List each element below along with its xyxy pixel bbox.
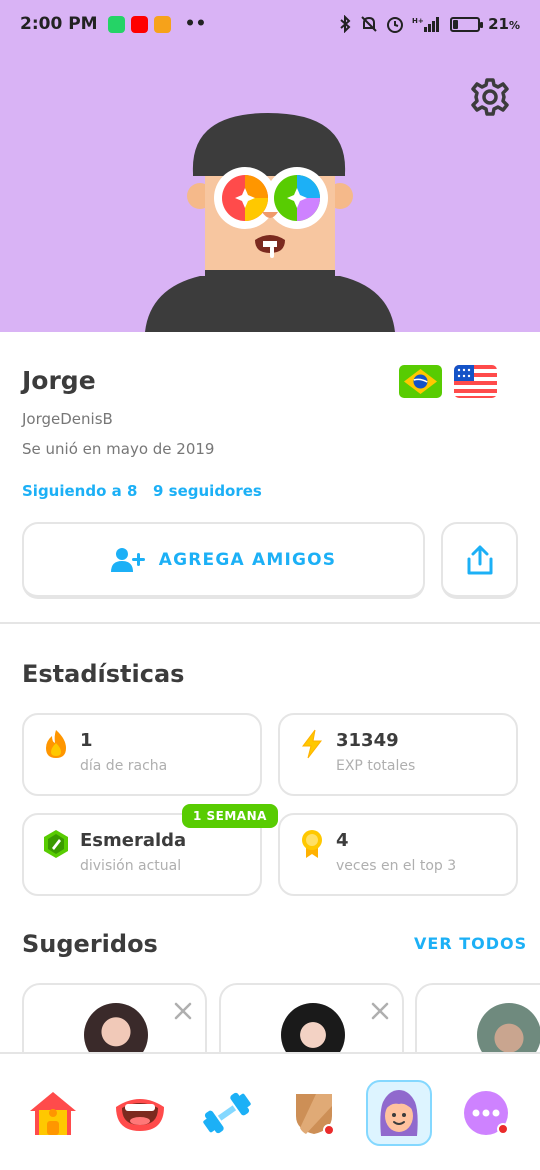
speaking-mouth-icon [116,1099,164,1131]
close-icon[interactable] [370,1001,390,1021]
suggested-title: Sugeridos [22,930,158,958]
stat-card-streak: 1 día de racha [22,713,262,796]
stat-card-xp: 31349 EXP totales [278,713,518,796]
battery-level [453,19,459,29]
nav-profile[interactable] [366,1080,432,1146]
profile-header [0,48,540,332]
following-link[interactable]: Siguiendo a 8 [22,482,137,500]
status-time: 2:00 PM [20,14,98,34]
dumbbell-icon [203,1092,251,1134]
profile-name: Jorge [22,366,96,395]
stat-label: día de racha [80,758,168,774]
stat-value: Esmeralda [80,830,187,851]
see-all-link[interactable]: VER TODOS [414,934,527,953]
stat-label: EXP totales [336,758,416,774]
followers-link[interactable]: 9 seguidores [153,482,262,500]
statistics-title: Estadísticas [22,660,185,688]
flame-icon [46,730,66,758]
more-notifications-icon: •• [184,14,207,34]
stat-value: 4 [336,830,349,851]
add-friends-button[interactable]: AGREGA AMIGOS [22,522,425,599]
battery-icon [450,16,484,32]
bottom-navigation [0,1052,540,1170]
youtube-icon [130,15,148,33]
profile-joined-date: Se unió en mayo de 2019 [22,440,215,458]
signal-icon: H+ [412,17,440,32]
nav-more[interactable] [453,1080,519,1146]
section-divider [0,622,540,624]
share-icon [467,545,492,574]
profile-screen: 2:00 PM •• H+ 21% Jorge JorgeDenisB Se u… [0,0,540,1170]
stat-label: veces en el top 3 [336,858,457,874]
profile-avatar [145,113,395,332]
status-bar: 2:00 PM •• H+ 21% [0,0,540,48]
notification-dot [497,1123,509,1135]
mute-icon [361,16,377,32]
profile-username: JorgeDenisB [22,410,113,428]
svg-text:H+: H+ [412,17,424,25]
home-icon [30,1092,76,1135]
status-right: H+ 21% [338,15,520,33]
profile-icon [380,1090,418,1136]
close-icon[interactable] [173,1001,193,1021]
add-friend-icon [110,547,145,572]
course-flags [399,365,497,398]
usa-flag-icon[interactable] [454,365,497,398]
notification-dot [323,1124,335,1136]
alarm-icon [387,17,404,33]
stat-value: 31349 [336,730,399,751]
add-friends-label: AGREGA AMIGOS [158,549,337,570]
stat-value: 1 [80,730,93,751]
nav-practice[interactable] [194,1080,260,1146]
stat-label: división actual [80,858,182,874]
bluetooth-icon [340,15,351,33]
slides-icon [153,15,171,33]
emerald-league-icon [44,830,68,858]
lightning-icon [302,729,323,759]
share-profile-button[interactable] [441,522,518,599]
settings-gear-icon[interactable] [470,77,510,117]
nav-speaking[interactable] [107,1080,173,1146]
medal-icon [302,830,322,858]
battery-percent: 21% [488,15,520,33]
nav-home[interactable] [20,1080,86,1146]
whatsapp-icon [107,15,125,33]
brazil-flag-icon[interactable] [399,365,442,398]
league-week-badge: 1 SEMANA [182,804,278,828]
nav-leagues[interactable] [281,1080,347,1146]
stat-card-top3: 4 veces en el top 3 [278,813,518,896]
